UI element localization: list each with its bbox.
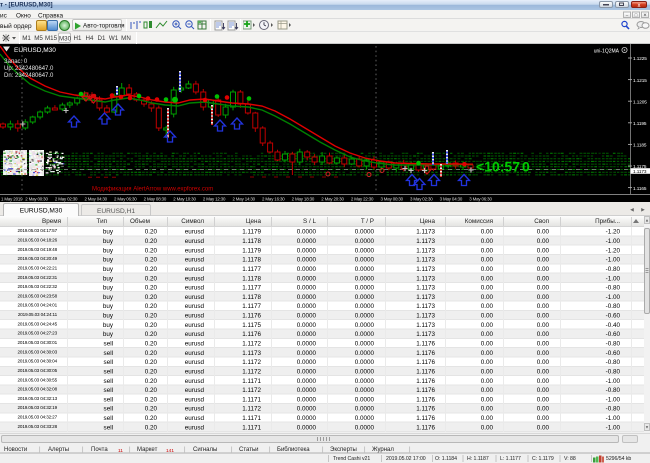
svg-text:2 May 20:30: 2 May 20:30 xyxy=(321,197,344,202)
svg-text:Up: 2342480647.0: Up: 2342480647.0 xyxy=(4,66,54,72)
svg-text:2 May 06:30: 2 May 06:30 xyxy=(114,197,137,202)
svg-text:2 May 00:30: 2 May 00:30 xyxy=(25,197,48,202)
svg-text:1.1225: 1.1225 xyxy=(633,56,647,61)
svg-text:1.1195: 1.1195 xyxy=(633,121,647,126)
svg-text:0: 0 xyxy=(522,159,530,175)
svg-text:2 May 14:30: 2 May 14:30 xyxy=(232,197,255,202)
svg-text:1.1205: 1.1205 xyxy=(633,99,647,104)
svg-text:3 May 04:30: 3 May 04:30 xyxy=(440,197,463,202)
svg-text:2 May 16:30: 2 May 16:30 xyxy=(262,197,285,202)
svg-text:2 May 10:30: 2 May 10:30 xyxy=(173,197,196,202)
svg-text:1.1165: 1.1165 xyxy=(633,186,647,191)
svg-text:3 May 00:30: 3 May 00:30 xyxy=(380,197,403,202)
svg-text:uni-1Q2MA: uni-1Q2MA xyxy=(594,49,620,55)
svg-text:2 May 22:30: 2 May 22:30 xyxy=(351,197,374,202)
svg-text:1 May 2019: 1 May 2019 xyxy=(1,197,23,202)
svg-text:2 May 18:30: 2 May 18:30 xyxy=(292,197,315,202)
svg-text:<10:57: <10:57 xyxy=(476,159,520,175)
svg-text:1.1185: 1.1185 xyxy=(633,143,647,148)
svg-text:Модификация AlertArrow www.exp: Модификация AlertArrow www.expforex.com xyxy=(92,187,213,193)
svg-text:1.1173: 1.1173 xyxy=(633,169,647,174)
svg-text:Запас: 0: Запас: 0 xyxy=(4,59,28,65)
svg-text:3 May 06:30: 3 May 06:30 xyxy=(469,197,492,202)
svg-text:2 May 08:30: 2 May 08:30 xyxy=(144,197,167,202)
svg-text:2 May 04:30: 2 May 04:30 xyxy=(84,197,107,202)
svg-text:1.1215: 1.1215 xyxy=(633,78,647,83)
svg-text:3 May 02:30: 3 May 02:30 xyxy=(410,197,433,202)
svg-text:2 May 02:30: 2 May 02:30 xyxy=(55,197,78,202)
svg-text:Dn: 2342480647.0: Dn: 2342480647.0 xyxy=(4,73,54,79)
svg-text:EURUSD,M30: EURUSD,M30 xyxy=(14,47,56,54)
svg-text:2 May 12:30: 2 May 12:30 xyxy=(203,197,226,202)
